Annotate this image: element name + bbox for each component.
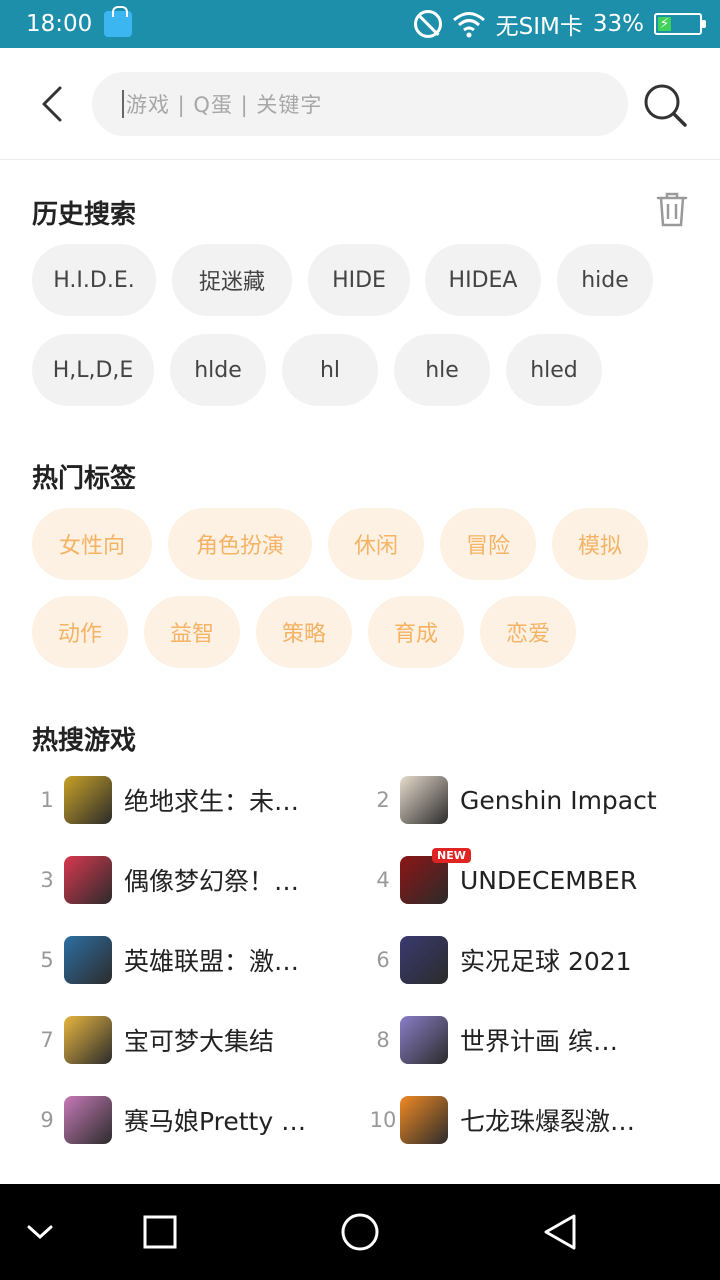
hot-game-item[interactable]: 10 七龙珠爆裂激… (368, 1090, 668, 1150)
battery-icon: ⚡ (654, 13, 706, 35)
game-name: UNDECEMBER (460, 865, 638, 895)
tag-chip[interactable]: 育成 (368, 596, 464, 668)
game-name: 七龙珠爆裂激… (460, 1107, 636, 1136)
hot-game-item[interactable]: 8 世界计画 缤… (368, 1010, 668, 1070)
game-rank: 8 (376, 1028, 390, 1052)
game-rank: 2 (376, 788, 390, 812)
history-chip[interactable]: hl (282, 334, 378, 406)
circle-icon (341, 1213, 379, 1251)
game-name: 偶像梦幻祭！… (124, 867, 300, 896)
history-chip[interactable]: H,L,D,E (32, 334, 154, 406)
history-chip[interactable]: 捉迷藏 (172, 244, 292, 316)
game-icon (64, 856, 112, 904)
tag-chip[interactable]: 角色扮演 (168, 508, 312, 580)
history-chip[interactable]: HIDEA (425, 244, 541, 316)
hot-game-item[interactable]: 3 偶像梦幻祭！… (32, 850, 332, 910)
tag-chip[interactable]: 冒险 (440, 508, 536, 580)
game-name: 宝可梦大集结 (124, 1027, 275, 1056)
do-not-disturb-icon (413, 10, 442, 38)
status-bar: 18:00 无SIM卡 33% ⚡ (0, 0, 720, 48)
game-name: 世界计画 缤… (460, 1027, 618, 1056)
search-placeholder: 游戏 | Q蛋 | 关键字 (126, 93, 323, 117)
text-cursor (122, 90, 124, 118)
new-badge: NEW (432, 848, 471, 863)
tag-chip[interactable]: 动作 (32, 596, 128, 668)
battery-percent: 33% (592, 11, 644, 37)
game-icon (400, 1096, 448, 1144)
game-name: 赛马娘Pretty … (124, 1107, 307, 1136)
trash-icon[interactable] (654, 190, 690, 228)
search-icon[interactable] (642, 82, 688, 128)
game-icon (400, 776, 448, 824)
nav-home-button[interactable] (336, 1184, 384, 1280)
game-rank: 3 (40, 868, 54, 892)
system-navigation-bar (0, 1184, 720, 1280)
status-time: 18:00 (26, 11, 93, 37)
hot-game-item[interactable]: 7 宝可梦大集结 (32, 1010, 332, 1070)
game-name: Genshin Impact (460, 785, 657, 815)
hot-game-item[interactable]: 6 实况足球 2021 (368, 930, 668, 990)
history-chip[interactable]: hlde (170, 334, 266, 406)
app-store-notification-icon (104, 6, 133, 37)
game-rank: 9 (40, 1108, 54, 1132)
history-chip[interactable]: hide (557, 244, 653, 316)
tag-chip[interactable]: 恋爱 (480, 596, 576, 668)
nav-recents-button[interactable] (136, 1184, 184, 1280)
hot-game-item[interactable]: 2 Genshin Impact (368, 770, 668, 830)
history-chip[interactable]: HIDE (308, 244, 410, 316)
game-name: 英雄联盟：激… (124, 947, 300, 976)
hot-game-item[interactable]: 5 英雄联盟：激… (32, 930, 332, 990)
game-icon (64, 776, 112, 824)
wifi-icon (452, 12, 485, 38)
nav-collapse-button[interactable] (20, 1184, 60, 1280)
history-chip[interactable]: H.I.D.E. (32, 244, 156, 316)
game-rank: 10 (369, 1108, 397, 1132)
hot-game-item[interactable]: 1 绝地求生：未… (32, 770, 332, 830)
game-icon (400, 1016, 448, 1064)
game-icon (400, 936, 448, 984)
history-chip[interactable]: hle (394, 334, 490, 406)
history-chip[interactable]: hled (506, 334, 602, 406)
game-icon (64, 1096, 112, 1144)
hot-game-item[interactable]: 4 NEW UNDECEMBER (368, 848, 668, 910)
tags-title: 热门标签 (32, 464, 137, 494)
back-icon[interactable] (36, 84, 72, 124)
carrier-label: 无SIM卡 (495, 14, 583, 40)
nav-back-button[interactable] (536, 1184, 584, 1280)
search-input[interactable]: 游戏 | Q蛋 | 关键字 (92, 72, 628, 136)
game-rank: 1 (40, 788, 54, 812)
search-header: 游戏 | Q蛋 | 关键字 (0, 48, 720, 160)
hot-games-title: 热搜游戏 (32, 726, 137, 756)
tag-chip[interactable]: 模拟 (552, 508, 648, 580)
game-rank: 7 (40, 1028, 54, 1052)
triangle-back-icon (544, 1214, 576, 1250)
chevron-down-icon (27, 1225, 53, 1240)
game-icon (64, 936, 112, 984)
game-rank: 6 (376, 948, 390, 972)
tag-chip[interactable]: 女性向 (32, 508, 152, 580)
history-title: 历史搜索 (32, 200, 137, 230)
game-name: 实况足球 2021 (460, 947, 632, 976)
game-icon: NEW (400, 848, 471, 904)
square-icon (143, 1215, 177, 1249)
hot-game-item[interactable]: 9 赛马娘Pretty … (32, 1090, 332, 1150)
game-rank: 5 (40, 948, 54, 972)
tag-chip[interactable]: 策略 (256, 596, 352, 668)
game-rank: 4 (376, 868, 390, 892)
game-name: 绝地求生：未… (124, 787, 300, 816)
game-icon (64, 1016, 112, 1064)
tag-chip[interactable]: 益智 (144, 596, 240, 668)
tag-chip[interactable]: 休闲 (328, 508, 424, 580)
